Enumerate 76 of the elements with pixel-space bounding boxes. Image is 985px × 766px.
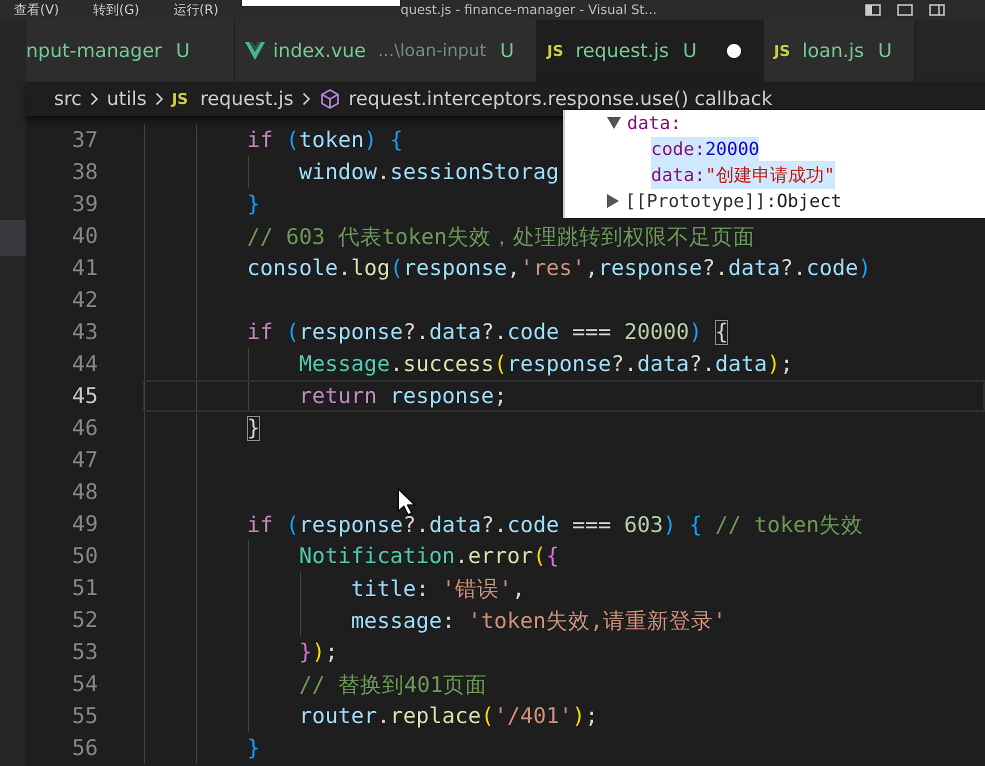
- code-comment: // 603 代表token失效，处理跳转到权限不足页面: [246, 224, 756, 250]
- code-line: window.sessionStorag: [298, 160, 560, 184]
- line-number: 55: [70, 704, 98, 728]
- panel-icon[interactable]: [897, 4, 913, 16]
- line-number: 52: [70, 608, 98, 632]
- object-property: [[Prototype]]:Object: [625, 190, 842, 214]
- code-line: }: [246, 736, 260, 760]
- line-number: 43: [70, 320, 98, 344]
- js-file-icon: JS: [774, 42, 790, 60]
- code-line: router.replace('/401');: [298, 704, 598, 728]
- code-line: if (token) {: [246, 128, 404, 152]
- breadcrumb-item[interactable]: utils: [106, 88, 147, 110]
- git-status: U: [682, 40, 697, 62]
- code-line: message: 'token失效,请重新登录': [350, 608, 726, 634]
- git-status: U: [878, 40, 892, 62]
- line-number: 53: [70, 640, 98, 664]
- git-status: U: [176, 40, 190, 62]
- cube-icon: [318, 88, 341, 110]
- object-property: data:"创建申请成功": [651, 161, 835, 189]
- code-line: Notification.error({: [298, 544, 560, 568]
- line-number: 47: [70, 448, 98, 472]
- line-number: 56: [70, 736, 98, 760]
- line-number: 51: [70, 576, 98, 600]
- editor-tab[interactable]: index.vue ...\loan-input U: [235, 20, 538, 82]
- line-number: 40: [70, 224, 98, 248]
- line-number: 50: [70, 544, 98, 568]
- line-number: 45: [70, 384, 98, 408]
- tab-label: loan.js: [802, 40, 864, 62]
- code-comment: // 替换到401页面: [298, 672, 488, 698]
- breadcrumb-item[interactable]: src: [54, 88, 82, 110]
- code-line: if (response?.data?.code === 603) { // token失效: [246, 512, 864, 538]
- line-number: 38: [70, 160, 98, 184]
- chevron-right-icon: [302, 92, 311, 106]
- breadcrumb-item[interactable]: request.js: [200, 88, 294, 110]
- code-line: console.log(response,'res',response?.data?.code): [246, 256, 872, 280]
- code-line: return response;: [298, 384, 508, 408]
- menu-item[interactable]: 运行(R): [173, 1, 218, 19]
- code-line: }: [246, 416, 260, 440]
- menu-item[interactable]: 查看(V): [14, 1, 60, 19]
- tab-description: ...\loan-input: [378, 41, 486, 61]
- line-number: 41: [70, 256, 98, 280]
- window-title: quest.js - finance-manager - Visual St...: [400, 2, 657, 18]
- editor-tab[interactable]: JS loan.js U: [764, 20, 915, 82]
- chevron-logo-icon: [245, 42, 265, 60]
- object-property: code:20000: [651, 136, 760, 162]
- tab-label: index.vue: [273, 40, 366, 62]
- chevron-right-icon: [154, 92, 164, 106]
- line-number: 48: [70, 480, 98, 504]
- code-line: }: [246, 192, 260, 216]
- js-file-icon: JS: [547, 42, 564, 60]
- line-number: 49: [70, 512, 98, 536]
- code-line: if (response?.data?.code === 20000) {: [246, 320, 728, 344]
- line-number: 46: [70, 416, 98, 440]
- tab-label: request.js: [575, 40, 669, 62]
- line-number: 39: [70, 192, 98, 216]
- expanded-triangle-icon[interactable]: [607, 117, 621, 129]
- editor-tab[interactable]: nput-manager U: [26, 20, 235, 82]
- sidebar-icon[interactable]: [929, 4, 945, 16]
- chevron-right-icon: [90, 92, 99, 106]
- code-line: });: [298, 640, 338, 664]
- line-number: 42: [70, 288, 98, 312]
- layout-icon[interactable]: [865, 4, 881, 16]
- breadcrumb-item[interactable]: request.interceptors.response.use() callback: [348, 88, 772, 110]
- js-file-icon: JS: [172, 90, 188, 108]
- mouse-cursor-icon: [397, 488, 418, 516]
- tab-label: nput-manager: [26, 40, 162, 62]
- code-line: Message.success(response?.data?.data);: [298, 352, 794, 376]
- line-number: 54: [70, 672, 98, 696]
- editor-tab[interactable]: JS request.js U: [537, 20, 764, 82]
- line-number: 37: [70, 128, 98, 152]
- object-property: data:: [627, 112, 682, 136]
- git-status: U: [500, 40, 514, 62]
- line-number: 44: [70, 352, 98, 376]
- collapsed-triangle-icon[interactable]: [607, 194, 619, 208]
- menu-item[interactable]: 转到(G): [93, 1, 140, 19]
- code-line: title: '错误',: [350, 576, 526, 602]
